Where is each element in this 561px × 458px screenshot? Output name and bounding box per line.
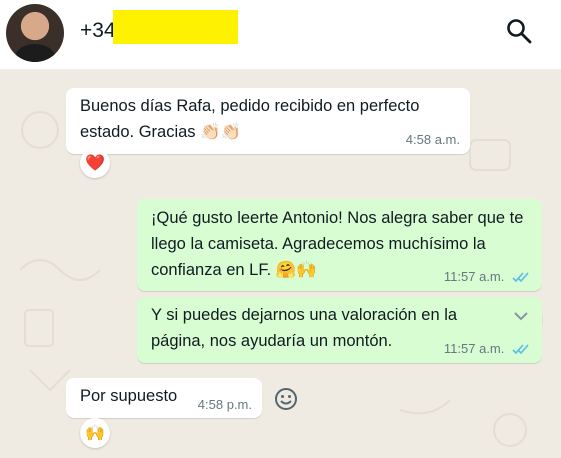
message-time: 4:58 p.m.	[197, 397, 252, 412]
read-receipt-icon	[512, 344, 529, 355]
message-time-label: 11:57 a.m.	[443, 269, 505, 284]
reaction-heart[interactable]: ❤️	[80, 148, 110, 178]
reaction-raised-hands[interactable]: 🙌	[80, 418, 110, 448]
message-time-label: 11:57 a.m.	[443, 341, 505, 356]
message-bubble-incoming[interactable]: Buenos días Rafa, pedido recibido en per…	[66, 88, 470, 154]
read-receipt-icon	[512, 272, 529, 283]
message-bubble-outgoing[interactable]: Y si puedes dejarnos una valoración en l…	[137, 297, 542, 363]
search-icon[interactable]	[505, 17, 533, 45]
message-bubble-incoming[interactable]: Por supuesto 4:58 p.m.	[66, 378, 262, 418]
redaction-mark	[113, 10, 238, 44]
chat-header: +34	[0, 0, 561, 70]
avatar[interactable]	[6, 4, 64, 62]
avatar-figure	[15, 44, 55, 62]
message-time: 4:58 a.m.	[405, 132, 460, 147]
message-bubble-outgoing[interactable]: ¡Qué gusto leerte Antonio! Nos alegra sa…	[137, 199, 542, 291]
message-time: 11:57 a.m.	[444, 341, 530, 357]
message-time: 11:57 a.m.	[444, 269, 530, 285]
contact-name[interactable]: +34	[80, 19, 116, 43]
chevron-down-icon[interactable]	[512, 307, 530, 325]
emoji-react-icon[interactable]	[273, 386, 299, 412]
message-text: Buenos días Rafa, pedido recibido en per…	[80, 97, 420, 141]
